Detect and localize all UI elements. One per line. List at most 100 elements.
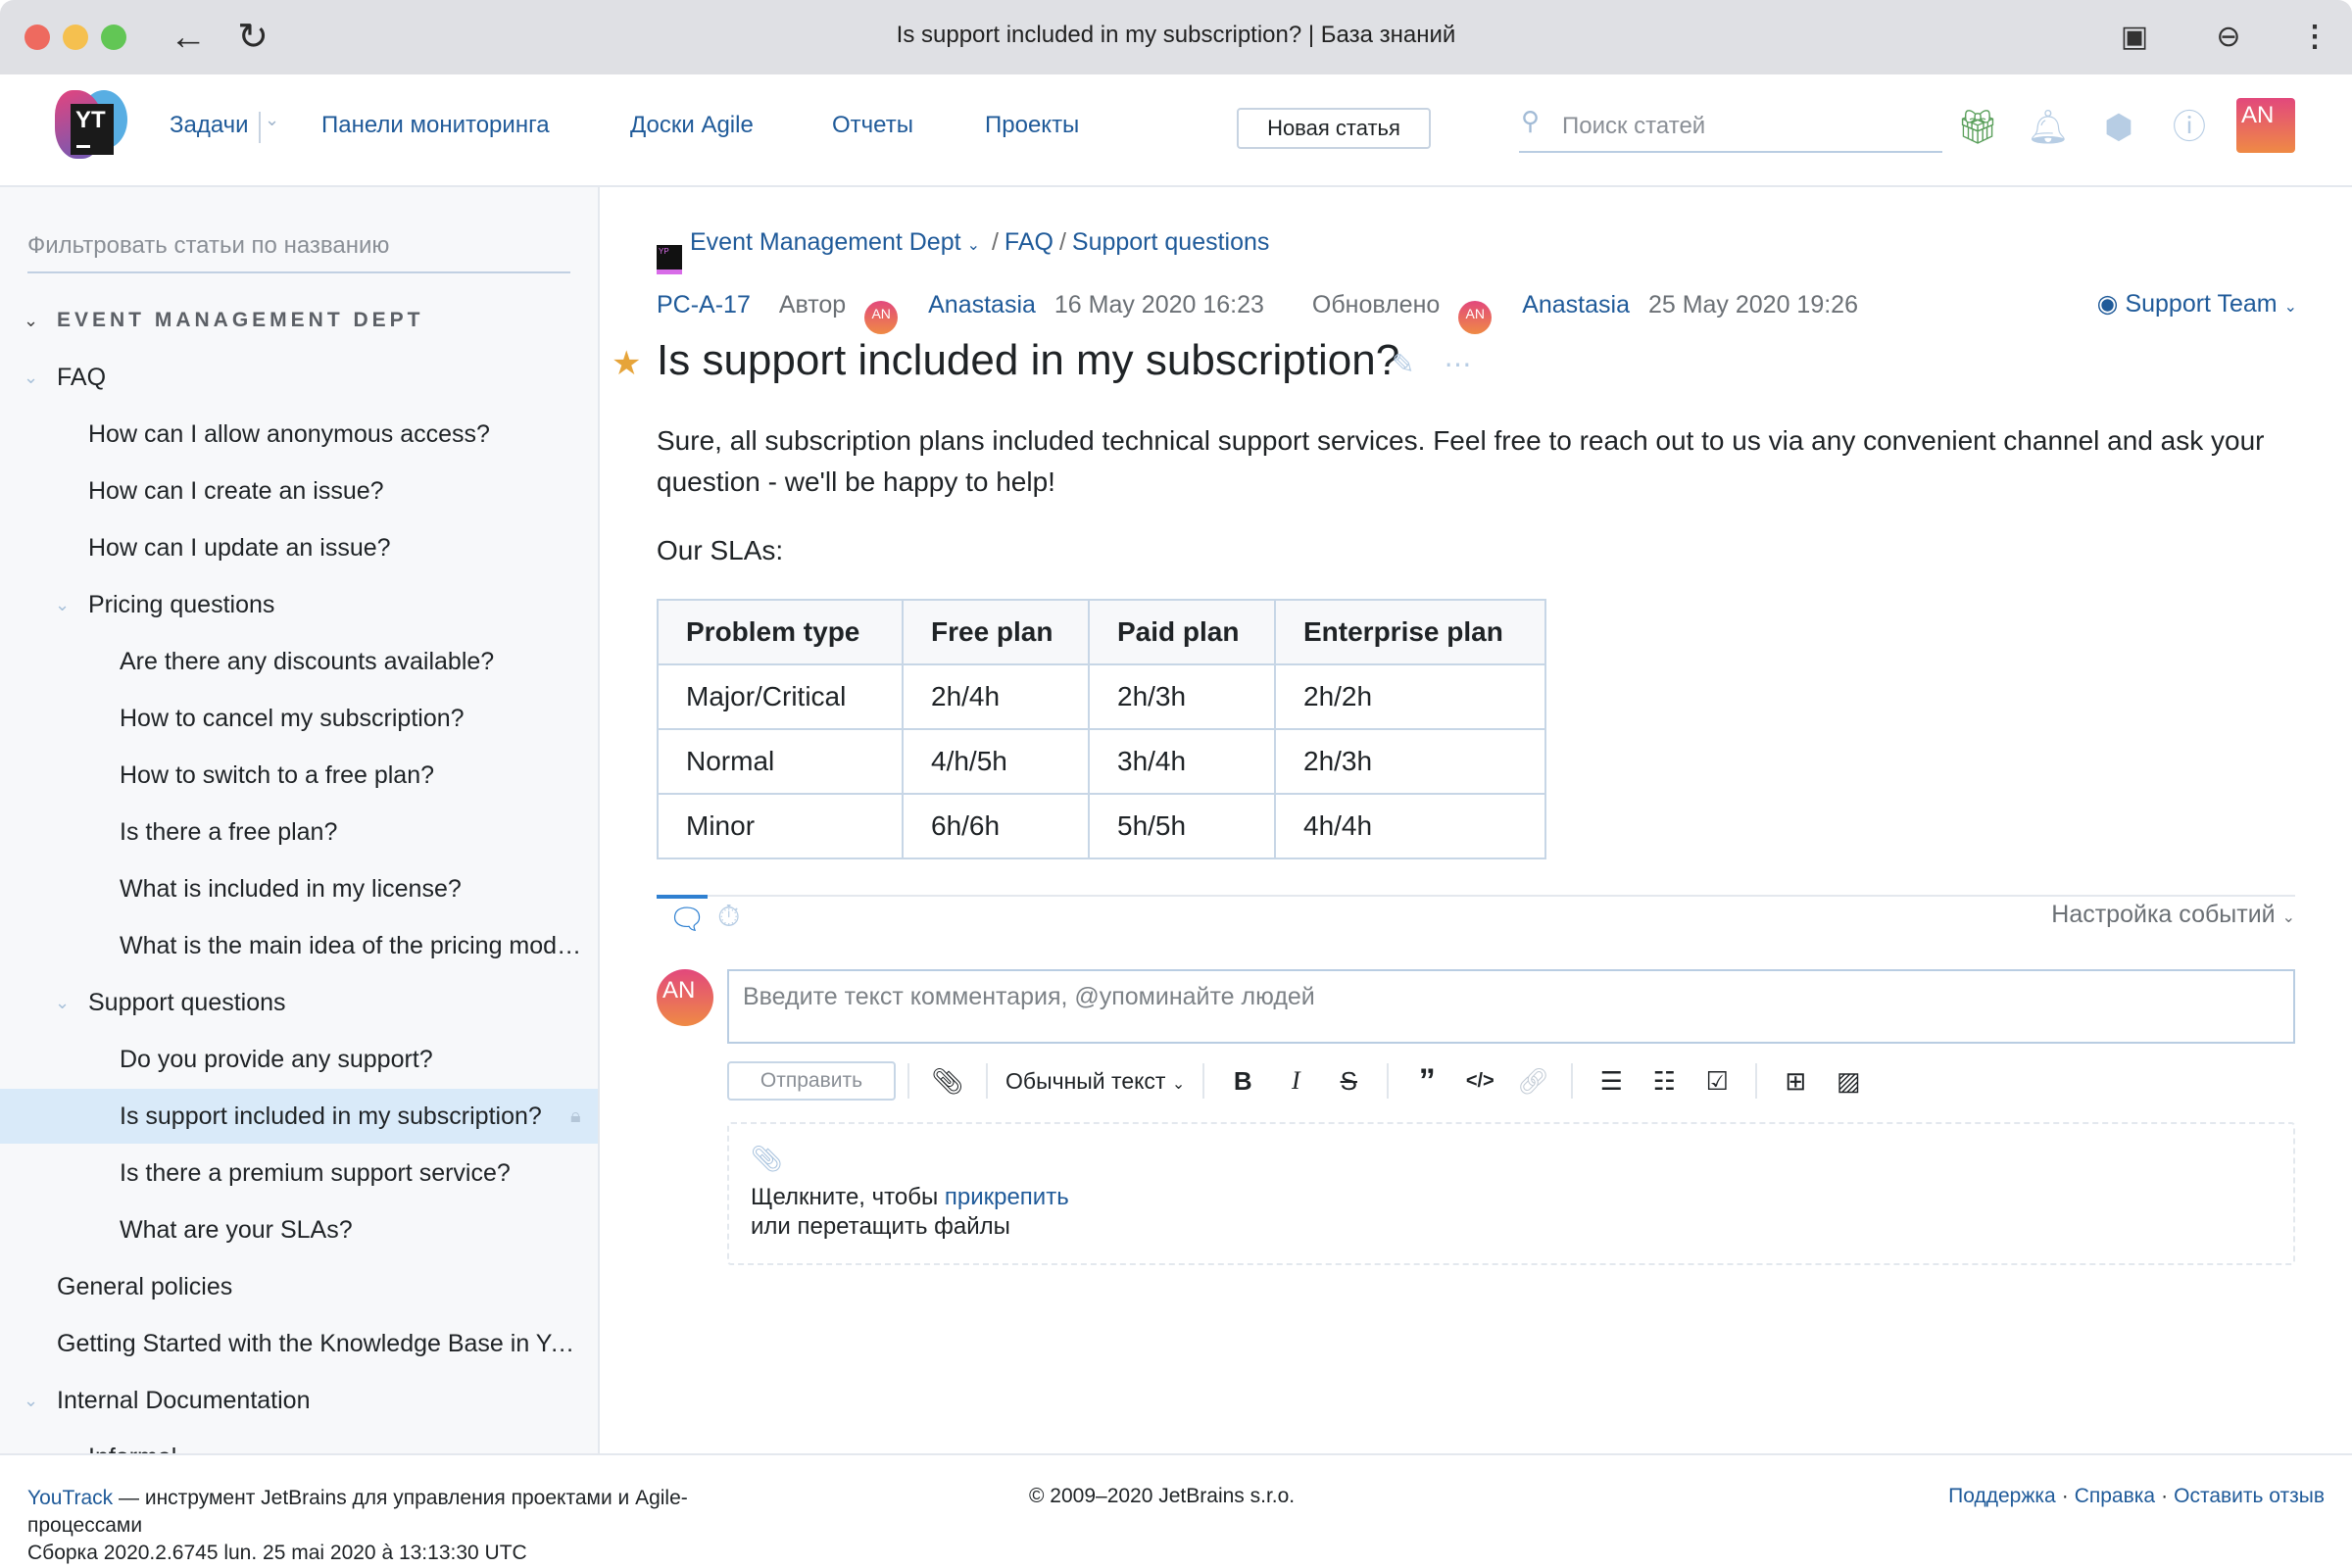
send-comment-button[interactable]: Отправить bbox=[727, 1061, 896, 1101]
project-icon: YP bbox=[657, 245, 682, 274]
tree-item-label: Getting Started with the Knowledge Base … bbox=[57, 1330, 588, 1357]
tree-item[interactable]: How can I allow anonymous access? bbox=[0, 407, 598, 462]
tree-item[interactable]: ⌄ Internal Documentation bbox=[0, 1373, 598, 1428]
tree-item-label: What is the main idea of the pricing mod… bbox=[120, 932, 588, 959]
tree-item-label: FAQ bbox=[57, 364, 107, 391]
tree-item[interactable]: How can I update an issue? bbox=[0, 520, 598, 575]
search-input[interactable] bbox=[1562, 110, 1935, 143]
tree-item[interactable]: How can I create an issue? bbox=[0, 464, 598, 518]
table-cell: 2h/3h bbox=[1274, 728, 1546, 795]
new-article-button[interactable]: Новая статья bbox=[1237, 108, 1431, 149]
tree-section[interactable]: ⌄ EVENT MANAGEMENT DEPT bbox=[0, 293, 598, 348]
strikethrough-icon[interactable]: S bbox=[1322, 1061, 1375, 1101]
tree-item[interactable]: General policies bbox=[0, 1259, 598, 1314]
filter-input[interactable] bbox=[27, 226, 570, 266]
tree-item-label: Is there a premium support service? bbox=[120, 1159, 511, 1187]
tree-item[interactable]: What is the main idea of the pricing mod… bbox=[0, 918, 598, 973]
edit-pencil-icon[interactable]: ✎ bbox=[1392, 349, 1414, 379]
youtrack-link[interactable]: YouTrack bbox=[27, 1487, 113, 1509]
chevron-down-icon[interactable]: ⌄ bbox=[55, 975, 70, 1030]
image-icon[interactable]: ▨ bbox=[1822, 1061, 1875, 1101]
star-icon[interactable]: ★ bbox=[612, 344, 641, 383]
italic-icon[interactable]: I bbox=[1269, 1061, 1322, 1101]
tree-item[interactable]: How to switch to a free plan? bbox=[0, 748, 598, 803]
quote-icon[interactable]: ” bbox=[1400, 1061, 1453, 1101]
breadcrumb-faq[interactable]: FAQ bbox=[1004, 228, 1054, 256]
tree-item[interactable]: Is support included in my subscription? 🔒… bbox=[0, 1089, 598, 1144]
numbered-list-icon[interactable]: ☷ bbox=[1638, 1061, 1690, 1101]
updater-link[interactable]: Anastasia bbox=[1522, 291, 1630, 318]
chevron-down-icon[interactable]: ⌄ bbox=[24, 1373, 38, 1428]
more-options-icon[interactable]: ⋯ bbox=[1444, 349, 1471, 379]
tree-item[interactable]: How to cancel my subscription? bbox=[0, 691, 598, 746]
activity-tabs bbox=[657, 895, 2295, 899]
attach-link[interactable]: прикрепить bbox=[945, 1184, 1069, 1210]
tree-item[interactable]: ⌄ Pricing questions bbox=[0, 577, 598, 632]
nav-issues[interactable]: Задачи bbox=[170, 112, 249, 139]
tree-item[interactable]: Is there a free plan? bbox=[0, 805, 598, 859]
tree-item[interactable]: What is included in my license? bbox=[0, 861, 598, 916]
visibility-label: Support Team bbox=[2125, 290, 2278, 318]
gift-icon[interactable]: 🎁︎ bbox=[1956, 106, 1999, 149]
chevron-down-icon[interactable]: ⌄ bbox=[967, 237, 980, 254]
tree-item[interactable]: What are your SLAs? bbox=[0, 1202, 598, 1257]
user-avatar[interactable]: AN bbox=[2236, 98, 2295, 153]
nav-reports[interactable]: Отчеты bbox=[832, 112, 913, 139]
chevron-down-icon[interactable]: ⌄ bbox=[55, 1430, 70, 1453]
comment-input[interactable] bbox=[729, 971, 2293, 1042]
support-link[interactable]: Поддержка bbox=[1948, 1485, 2056, 1507]
tree-item[interactable]: Is there a premium support service? bbox=[0, 1146, 598, 1200]
article-id[interactable]: PC-A-17 bbox=[657, 291, 751, 318]
attachment-dropzone[interactable]: 📎︎ Щелкните, чтобы прикрепить или перета… bbox=[727, 1122, 2295, 1265]
comment-box bbox=[727, 969, 2295, 1044]
chevron-down-icon[interactable]: ⌄ bbox=[24, 293, 38, 348]
hub-icon[interactable]: ⬢ bbox=[2097, 106, 2140, 149]
link-icon[interactable]: 🔗︎ bbox=[1506, 1061, 1559, 1101]
table-cell: 2h/4h bbox=[902, 663, 1090, 730]
nav-separator bbox=[259, 112, 261, 143]
table-icon[interactable]: ⊞ bbox=[1769, 1061, 1822, 1101]
table-cell: 4h/4h bbox=[1274, 793, 1546, 859]
chevron-down-icon[interactable]: ⌄ bbox=[24, 350, 38, 405]
breadcrumb-support-questions[interactable]: Support questions bbox=[1072, 228, 1270, 256]
nav-agile-boards[interactable]: Доски Agile bbox=[630, 112, 754, 139]
breadcrumb: YP Event Management Dept ⌄ / FAQ / Support que… bbox=[657, 228, 1269, 274]
bulleted-list-icon[interactable]: ☰ bbox=[1585, 1061, 1638, 1101]
help-icon[interactable]: ⓘ bbox=[2168, 106, 2211, 149]
comments-tab-icon[interactable]: 🗨︎ bbox=[668, 903, 706, 937]
tree-item[interactable]: Getting Started with the Knowledge Base … bbox=[0, 1316, 598, 1371]
chevron-down-icon: ⌄ bbox=[1171, 1075, 1186, 1093]
window-title: Is support included in my subscription? … bbox=[896, 22, 1456, 48]
history-tab-icon[interactable]: ⏱︎ bbox=[717, 901, 740, 934]
lock-icon: 🔒︎ bbox=[570, 1105, 581, 1127]
help-link[interactable]: Справка bbox=[2075, 1485, 2155, 1507]
text-format-select[interactable]: Обычный текст ⌄ bbox=[1000, 1068, 1191, 1095]
table-row: Minor 6h/6h 5h/5h 4h/4h bbox=[657, 793, 1546, 859]
chevron-down-icon[interactable]: ⌄ bbox=[265, 110, 279, 130]
tree-item[interactable]: ⌄ Informal bbox=[0, 1430, 598, 1453]
paperclip-icon[interactable]: 📎︎ bbox=[921, 1061, 974, 1101]
author-link[interactable]: Anastasia bbox=[928, 291, 1036, 318]
tree-item[interactable]: Do you provide any support? bbox=[0, 1032, 598, 1087]
tree-item[interactable]: ⌄ FAQ bbox=[0, 350, 598, 405]
more-menu-icon[interactable]: ⋮ bbox=[2295, 18, 2334, 57]
nav-projects[interactable]: Проекты bbox=[985, 112, 1079, 139]
bold-icon[interactable]: B bbox=[1216, 1061, 1269, 1101]
tree-item[interactable]: Are there any discounts available? bbox=[0, 634, 598, 689]
bell-icon[interactable]: 🔔︎ bbox=[2027, 106, 2070, 149]
feedback-link[interactable]: Оставить отзыв bbox=[2174, 1485, 2325, 1507]
events-settings-dropdown[interactable]: Настройка событий ⌄ bbox=[2051, 901, 2295, 929]
nav-dashboards[interactable]: Панели мониторинга bbox=[321, 112, 550, 139]
article-meta: PC-A-17 Автор AN Anastasia 16 May 2020 1… bbox=[657, 291, 1870, 334]
chevron-down-icon: ⌄ bbox=[2281, 909, 2295, 926]
youtrack-logo[interactable]: YT bbox=[55, 90, 129, 165]
visibility-selector[interactable]: ◉ Support Team ⌄ bbox=[2097, 289, 2297, 318]
code-icon[interactable]: </> bbox=[1453, 1061, 1506, 1101]
translate-icon[interactable]: ▣ bbox=[2115, 18, 2154, 57]
chevron-down-icon[interactable]: ⌄ bbox=[55, 577, 70, 632]
tree-item[interactable]: ⌄ Support questions bbox=[0, 975, 598, 1030]
breadcrumb-project[interactable]: Event Management Dept bbox=[690, 228, 961, 256]
checklist-icon[interactable]: ☑ bbox=[1690, 1061, 1743, 1101]
zoom-out-icon[interactable]: ⊖ bbox=[2209, 18, 2248, 57]
copyright: © 2009–2020 JetBrains s.r.o. bbox=[1029, 1485, 1296, 1507]
